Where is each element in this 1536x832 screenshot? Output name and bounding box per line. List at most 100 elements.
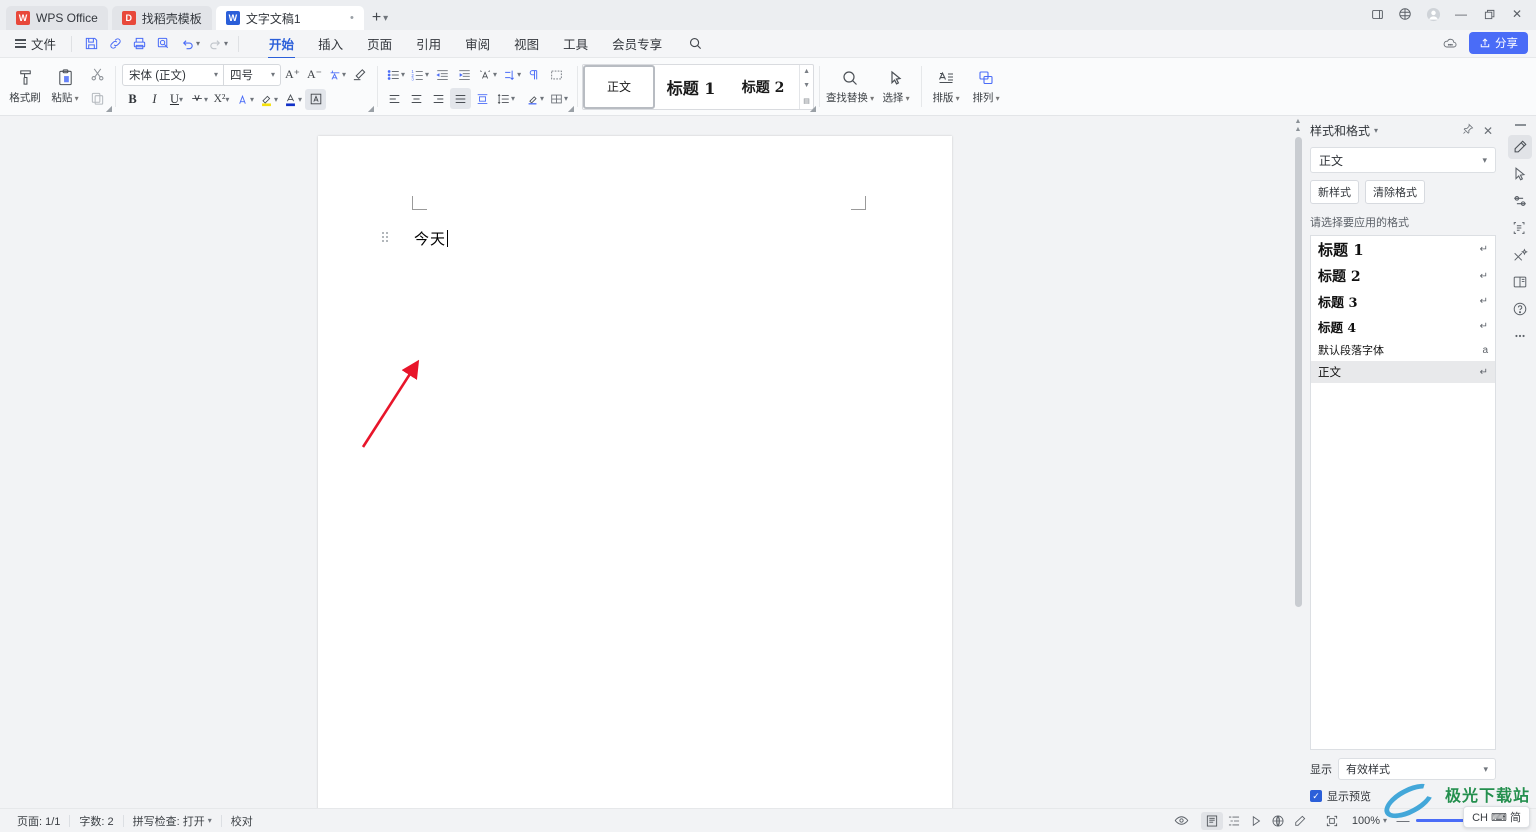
chevron-down-icon[interactable]: ▾ [425, 70, 429, 79]
copy-button[interactable] [87, 88, 108, 109]
outline-view-icon[interactable] [1223, 812, 1245, 830]
chevron-down-icon[interactable]: ▾ [225, 95, 229, 104]
chevron-down-icon[interactable]: ▾ [208, 816, 212, 825]
ribbon-tab-insert[interactable]: 插入 [306, 30, 355, 58]
link-icon[interactable] [104, 33, 126, 55]
status-word-count[interactable]: 字数: 2 [70, 813, 122, 829]
focus-mode-icon[interactable] [1289, 812, 1311, 830]
grow-font-button[interactable]: A⁺ [282, 64, 303, 85]
chevron-down-icon[interactable]: ▾ [209, 70, 223, 79]
status-proofread[interactable]: 校对 [222, 813, 262, 829]
globe-icon[interactable] [1392, 3, 1418, 25]
distribute-text-button[interactable] [472, 88, 493, 109]
chevron-down-icon[interactable]: ▾ [250, 95, 254, 104]
style-gallery-scroll[interactable]: ▲ ▼ ▤ [799, 64, 813, 109]
minimize-button[interactable]: — [1448, 3, 1474, 25]
chevron-down-icon[interactable]: ▾ [903, 94, 910, 103]
chevron-down-icon[interactable]: ▾ [564, 94, 568, 103]
status-spellcheck[interactable]: 拼写检查: 打开 ▾ [124, 813, 221, 829]
chevron-down-icon[interactable]: ▾ [540, 94, 544, 103]
increase-indent-button[interactable] [454, 64, 475, 85]
superscript-button[interactable]: X² ▾ [211, 89, 232, 110]
print-layout-icon[interactable] [1200, 811, 1223, 830]
show-paragraph-marks-button[interactable] [524, 64, 545, 85]
pin-icon[interactable] [1460, 123, 1476, 138]
fullscreen-icon[interactable] [1321, 812, 1343, 830]
character-shading-button[interactable] [305, 88, 327, 110]
style-gallery-item-heading2[interactable]: 标题 2 [727, 65, 799, 109]
shrink-font-button[interactable]: A⁻ [304, 64, 325, 85]
find-replace-button[interactable]: 查找替换 ▾ [824, 66, 876, 108]
save-icon[interactable] [80, 33, 102, 55]
document-area[interactable]: 今天 [0, 116, 1292, 808]
pen-icon[interactable] [1508, 134, 1532, 159]
tab-docer-template[interactable]: D 找稻壳模板 [111, 6, 212, 30]
close-button[interactable]: ✕ [1504, 3, 1530, 25]
paragraph-borders-button[interactable] [546, 64, 567, 85]
style-gallery-item-heading1[interactable]: 标题 1 [655, 65, 727, 109]
style-list-item-heading2[interactable]: 标题 2 ↵ [1311, 263, 1495, 289]
new-style-button[interactable]: 新样式 [1310, 180, 1359, 204]
tab-document-1[interactable]: W 文字文稿1 • [215, 6, 364, 30]
sort-button[interactable]: ▾ [500, 64, 523, 85]
asian-layout-button[interactable]: ▾ [476, 64, 499, 85]
chevron-down-icon[interactable]: ▾ [401, 70, 405, 79]
web-layout-icon[interactable] [1267, 812, 1289, 830]
cloud-icon[interactable] [1439, 32, 1461, 54]
cut-button[interactable] [87, 64, 108, 85]
new-tab-button[interactable]: + ▾ [368, 6, 392, 30]
pinyin-guide-button[interactable]: ▾ [326, 64, 348, 85]
align-left-button[interactable] [384, 88, 405, 109]
font-size-input[interactable]: 四号 [224, 67, 266, 83]
ribbon-tab-tools[interactable]: 工具 [551, 30, 600, 58]
help-icon[interactable] [1508, 297, 1532, 321]
customize-caret-icon[interactable]: ▾ [224, 39, 228, 48]
chevron-down-icon[interactable]: ▾ [342, 70, 346, 79]
font-name-input[interactable]: 宋体 (正文) [123, 67, 209, 83]
ribbon-tab-member[interactable]: 会员专享 [600, 30, 674, 58]
ribbon-tab-references[interactable]: 引用 [404, 30, 453, 58]
bold-button[interactable]: B [122, 89, 143, 110]
redo-icon[interactable] [204, 33, 226, 55]
line-spacing-button[interactable]: ▾ [494, 88, 517, 109]
undo-icon[interactable] [176, 33, 198, 55]
sparkle-tools-icon[interactable] [1508, 243, 1532, 267]
share-button[interactable]: 分享 [1469, 32, 1528, 54]
chevron-down-icon[interactable]: ▾ [953, 94, 960, 103]
scroll-page-up-icon[interactable]: ▲ [1295, 126, 1302, 134]
chevron-down-icon[interactable]: ▾ [274, 95, 278, 104]
highlight-color-button[interactable]: ▾ [257, 89, 280, 110]
format-painter-button[interactable]: 格式刷 [5, 65, 45, 108]
style-list-item-heading3[interactable]: 标题 3 ↵ [1311, 289, 1495, 314]
chevron-down-icon[interactable]: ▾ [179, 95, 183, 104]
chevron-down-icon[interactable]: ▾ [383, 13, 388, 24]
show-preview-row[interactable]: ✓ 显示预览 [1310, 788, 1496, 804]
chevron-down-icon[interactable]: ▼ [803, 82, 810, 89]
chevron-down-icon[interactable]: ▾ [868, 94, 874, 103]
style-list-item-heading4[interactable]: 标题 4 ↵ [1311, 314, 1495, 339]
paste-button[interactable]: 粘贴 ▾ [45, 65, 85, 108]
current-style-dropdown[interactable]: 正文 ▾ [1310, 147, 1496, 173]
zoom-level[interactable]: 100% ▾ [1343, 815, 1396, 827]
search-icon[interactable] [688, 36, 703, 51]
print-preview-icon[interactable] [152, 33, 174, 55]
sidebar-toggle-icon[interactable] [1364, 3, 1390, 25]
clear-format-button[interactable] [349, 64, 370, 85]
book-reader-icon[interactable] [1508, 270, 1532, 294]
decrease-indent-button[interactable] [432, 64, 453, 85]
borders-button[interactable]: ▾ [547, 88, 570, 109]
align-center-button[interactable] [406, 88, 427, 109]
styles-dialog-launcher[interactable]: ◢ [810, 104, 816, 113]
scroll-up-arrow-icon[interactable]: ▲ [1295, 118, 1302, 126]
document-page[interactable]: 今天 [318, 136, 952, 808]
close-icon[interactable]: ✕ [1480, 124, 1496, 138]
collapse-rail-icon[interactable] [1514, 124, 1526, 126]
show-preview-checkbox[interactable]: ✓ [1310, 790, 1322, 802]
chevron-down-icon[interactable]: ▾ [204, 95, 208, 104]
more-icon[interactable] [1508, 324, 1532, 348]
read-view-icon[interactable] [1245, 812, 1267, 830]
ribbon-tab-review[interactable]: 审阅 [453, 30, 502, 58]
clipboard-dialog-launcher[interactable]: ◢ [106, 104, 112, 113]
typeset-button[interactable]: 排版 ▾ [926, 66, 966, 108]
italic-button[interactable]: I [144, 89, 165, 110]
